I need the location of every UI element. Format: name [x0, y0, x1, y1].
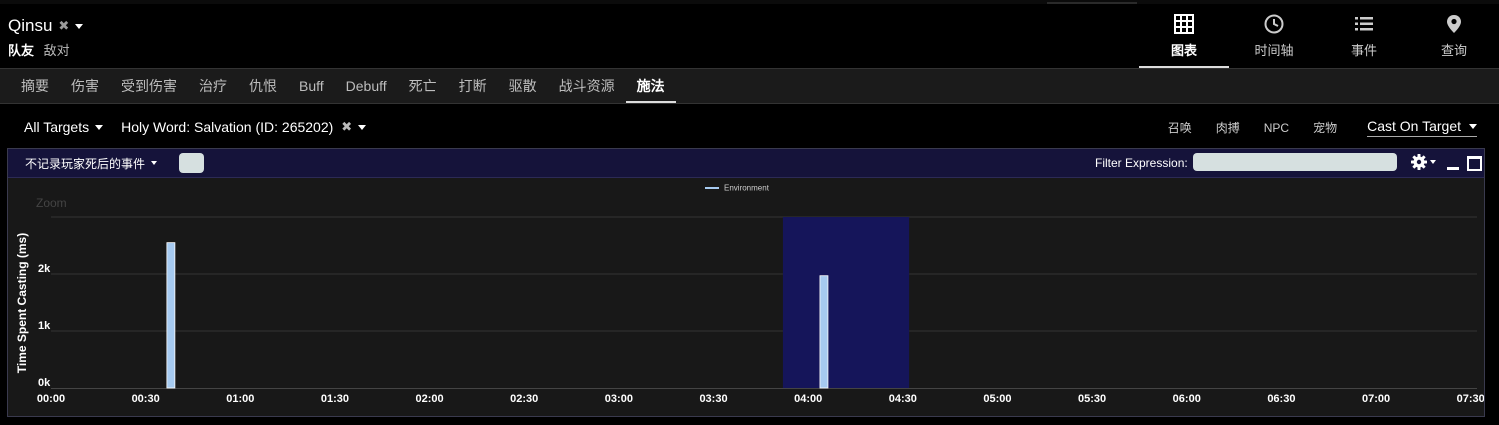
- ally-tab[interactable]: 队友: [8, 43, 34, 58]
- bar-1[interactable]: [819, 275, 829, 389]
- x-tick-13: 06:30: [1267, 393, 1295, 405]
- tab-10[interactable]: 战斗资源: [548, 69, 626, 103]
- chart-area: Environment Zoom Time Spent Casting (ms)…: [8, 177, 1485, 416]
- chevron-down-icon: [95, 124, 104, 130]
- close-icon[interactable]: ✖: [341, 119, 352, 135]
- x-tick-12: 06:00: [1173, 393, 1201, 405]
- y-tick-labels: 0k 1k 2k: [38, 263, 51, 389]
- x-tick-6: 03:00: [605, 393, 633, 405]
- x-tick-1: 00:30: [132, 393, 160, 405]
- chevron-down-icon[interactable]: [75, 23, 84, 29]
- x-tick-5: 02:30: [510, 393, 538, 405]
- x-tick-10: 05:00: [983, 393, 1011, 405]
- nav-query-label: 查询: [1440, 42, 1467, 58]
- map-pin-icon: [1447, 14, 1461, 33]
- view-nav: 图表 时间轴 事件 查询: [1139, 4, 1499, 68]
- x-tick-7: 03:30: [699, 393, 727, 405]
- option-summons[interactable]: 召唤: [1168, 119, 1192, 136]
- tab-9[interactable]: 驱散: [498, 69, 548, 103]
- source-options: 召唤 肉搏 NPC 宠物 Cast On Target: [1144, 118, 1477, 137]
- tab-4[interactable]: 仇恨: [238, 69, 288, 103]
- grid-icon: [1174, 13, 1194, 34]
- ability-dropdown[interactable]: Holy Word: Salvation (ID: 265202) ✖: [121, 119, 367, 135]
- legend-swatch-environment: [705, 187, 719, 189]
- y-tick-1: 1k: [38, 320, 51, 332]
- option-pets[interactable]: 宠物: [1313, 119, 1337, 136]
- x-tick-8: 04:00: [794, 393, 822, 405]
- player-selector[interactable]: Qinsu ✖: [8, 16, 84, 36]
- maximize-icon[interactable]: [1467, 156, 1482, 171]
- filter-toggle[interactable]: [179, 153, 205, 173]
- y-tick-0: 0k: [38, 377, 51, 389]
- x-tick-4: 02:00: [416, 393, 444, 405]
- x-tick-3: 01:30: [321, 393, 349, 405]
- cast-mode-dropdown[interactable]: Cast On Target: [1367, 118, 1477, 137]
- faction-toggle: 队友 敌对: [8, 40, 70, 59]
- filter-row: All Targets Holy Word: Salvation (ID: 26…: [24, 119, 384, 135]
- panel-header: 不记录玩家死后的事件 Filter Expression:: [8, 149, 1484, 178]
- bar-0[interactable]: [166, 242, 176, 389]
- tab-8[interactable]: 打断: [448, 69, 498, 103]
- tab-1[interactable]: 伤害: [60, 69, 110, 103]
- zoom-label: Zoom: [36, 196, 67, 210]
- x-tick-labels: 00:00 00:30 01:00 01:30 02:00 02:30 03:00 03:30…: [37, 393, 1485, 405]
- x-tick-9: 04:30: [889, 393, 917, 405]
- tab-11[interactable]: 施法: [625, 69, 676, 103]
- nav-events-label: 事件: [1350, 42, 1377, 58]
- tab-7[interactable]: 死亡: [398, 69, 448, 103]
- x-tick-15: 07:30: [1457, 393, 1484, 405]
- x-tick-14: 07:00: [1362, 393, 1390, 405]
- tab-5[interactable]: Buff: [288, 69, 335, 103]
- y-axis-label: Time Spent Casting (ms): [15, 233, 29, 373]
- close-icon[interactable]: ✖: [58, 18, 69, 34]
- tab-6[interactable]: Debuff: [335, 69, 398, 103]
- x-tick-2: 01:00: [226, 393, 254, 405]
- enemy-tab[interactable]: 敌对: [44, 43, 70, 58]
- chart-panel: 不记录玩家死后的事件 Filter Expression: Environmen…: [7, 148, 1485, 417]
- nav-charts[interactable]: 图表: [1139, 4, 1229, 68]
- death-filter-label: 不记录玩家死后的事件: [25, 156, 146, 171]
- highlight-region: [782, 217, 910, 388]
- chart-bars: [166, 242, 829, 389]
- chevron-down-icon: [1469, 123, 1477, 129]
- cast-time-chart[interactable]: Environment Zoom Time Spent Casting (ms)…: [8, 177, 1485, 416]
- gear-icon: [1411, 154, 1427, 170]
- player-name: Qinsu: [8, 16, 53, 35]
- y-tick-2: 2k: [38, 263, 51, 275]
- top-border-segment: [1047, 2, 1137, 4]
- list-icon: [1355, 16, 1373, 30]
- clock-icon: [1264, 14, 1284, 33]
- report-tabs: 摘要 伤害 受到伤害 治疗 仇恨 Buff Debuff 死亡 打断 驱散 战斗资源 施法: [0, 68, 1499, 104]
- option-npc[interactable]: NPC: [1264, 121, 1289, 135]
- tab-0[interactable]: 摘要: [10, 69, 60, 103]
- tab-2[interactable]: 受到伤害: [110, 69, 188, 103]
- minimize-icon[interactable]: [1447, 167, 1459, 170]
- option-melee[interactable]: 肉搏: [1216, 119, 1240, 136]
- death-filter-dropdown[interactable]: 不记录玩家死后的事件: [25, 155, 158, 172]
- x-tick-11: 05:30: [1078, 393, 1106, 405]
- settings-menu[interactable]: [1411, 154, 1436, 170]
- chevron-down-icon: [1430, 160, 1436, 164]
- nav-events[interactable]: 事件: [1319, 4, 1409, 68]
- targets-dropdown[interactable]: All Targets: [24, 119, 104, 135]
- ability-dropdown-label: Holy Word: Salvation (ID: 265202): [121, 119, 334, 135]
- tab-3[interactable]: 治疗: [188, 69, 238, 103]
- nav-timeline[interactable]: 时间轴: [1229, 4, 1319, 68]
- chevron-down-icon: [358, 124, 367, 130]
- targets-dropdown-label: All Targets: [24, 119, 90, 135]
- x-tick-0: 00:00: [37, 393, 65, 405]
- chart-grid: [51, 216, 1477, 389]
- filter-expression-input[interactable]: [1193, 153, 1397, 171]
- filter-expression-label: Filter Expression:: [1095, 156, 1188, 170]
- chart-legend: Environment: [705, 184, 770, 193]
- legend-label-environment: Environment: [724, 184, 770, 193]
- chevron-down-icon: [151, 161, 158, 165]
- nav-query[interactable]: 查询: [1409, 4, 1499, 68]
- nav-charts-label: 图表: [1170, 42, 1197, 58]
- nav-timeline-label: 时间轴: [1254, 42, 1294, 58]
- cast-mode-label: Cast On Target: [1367, 118, 1461, 134]
